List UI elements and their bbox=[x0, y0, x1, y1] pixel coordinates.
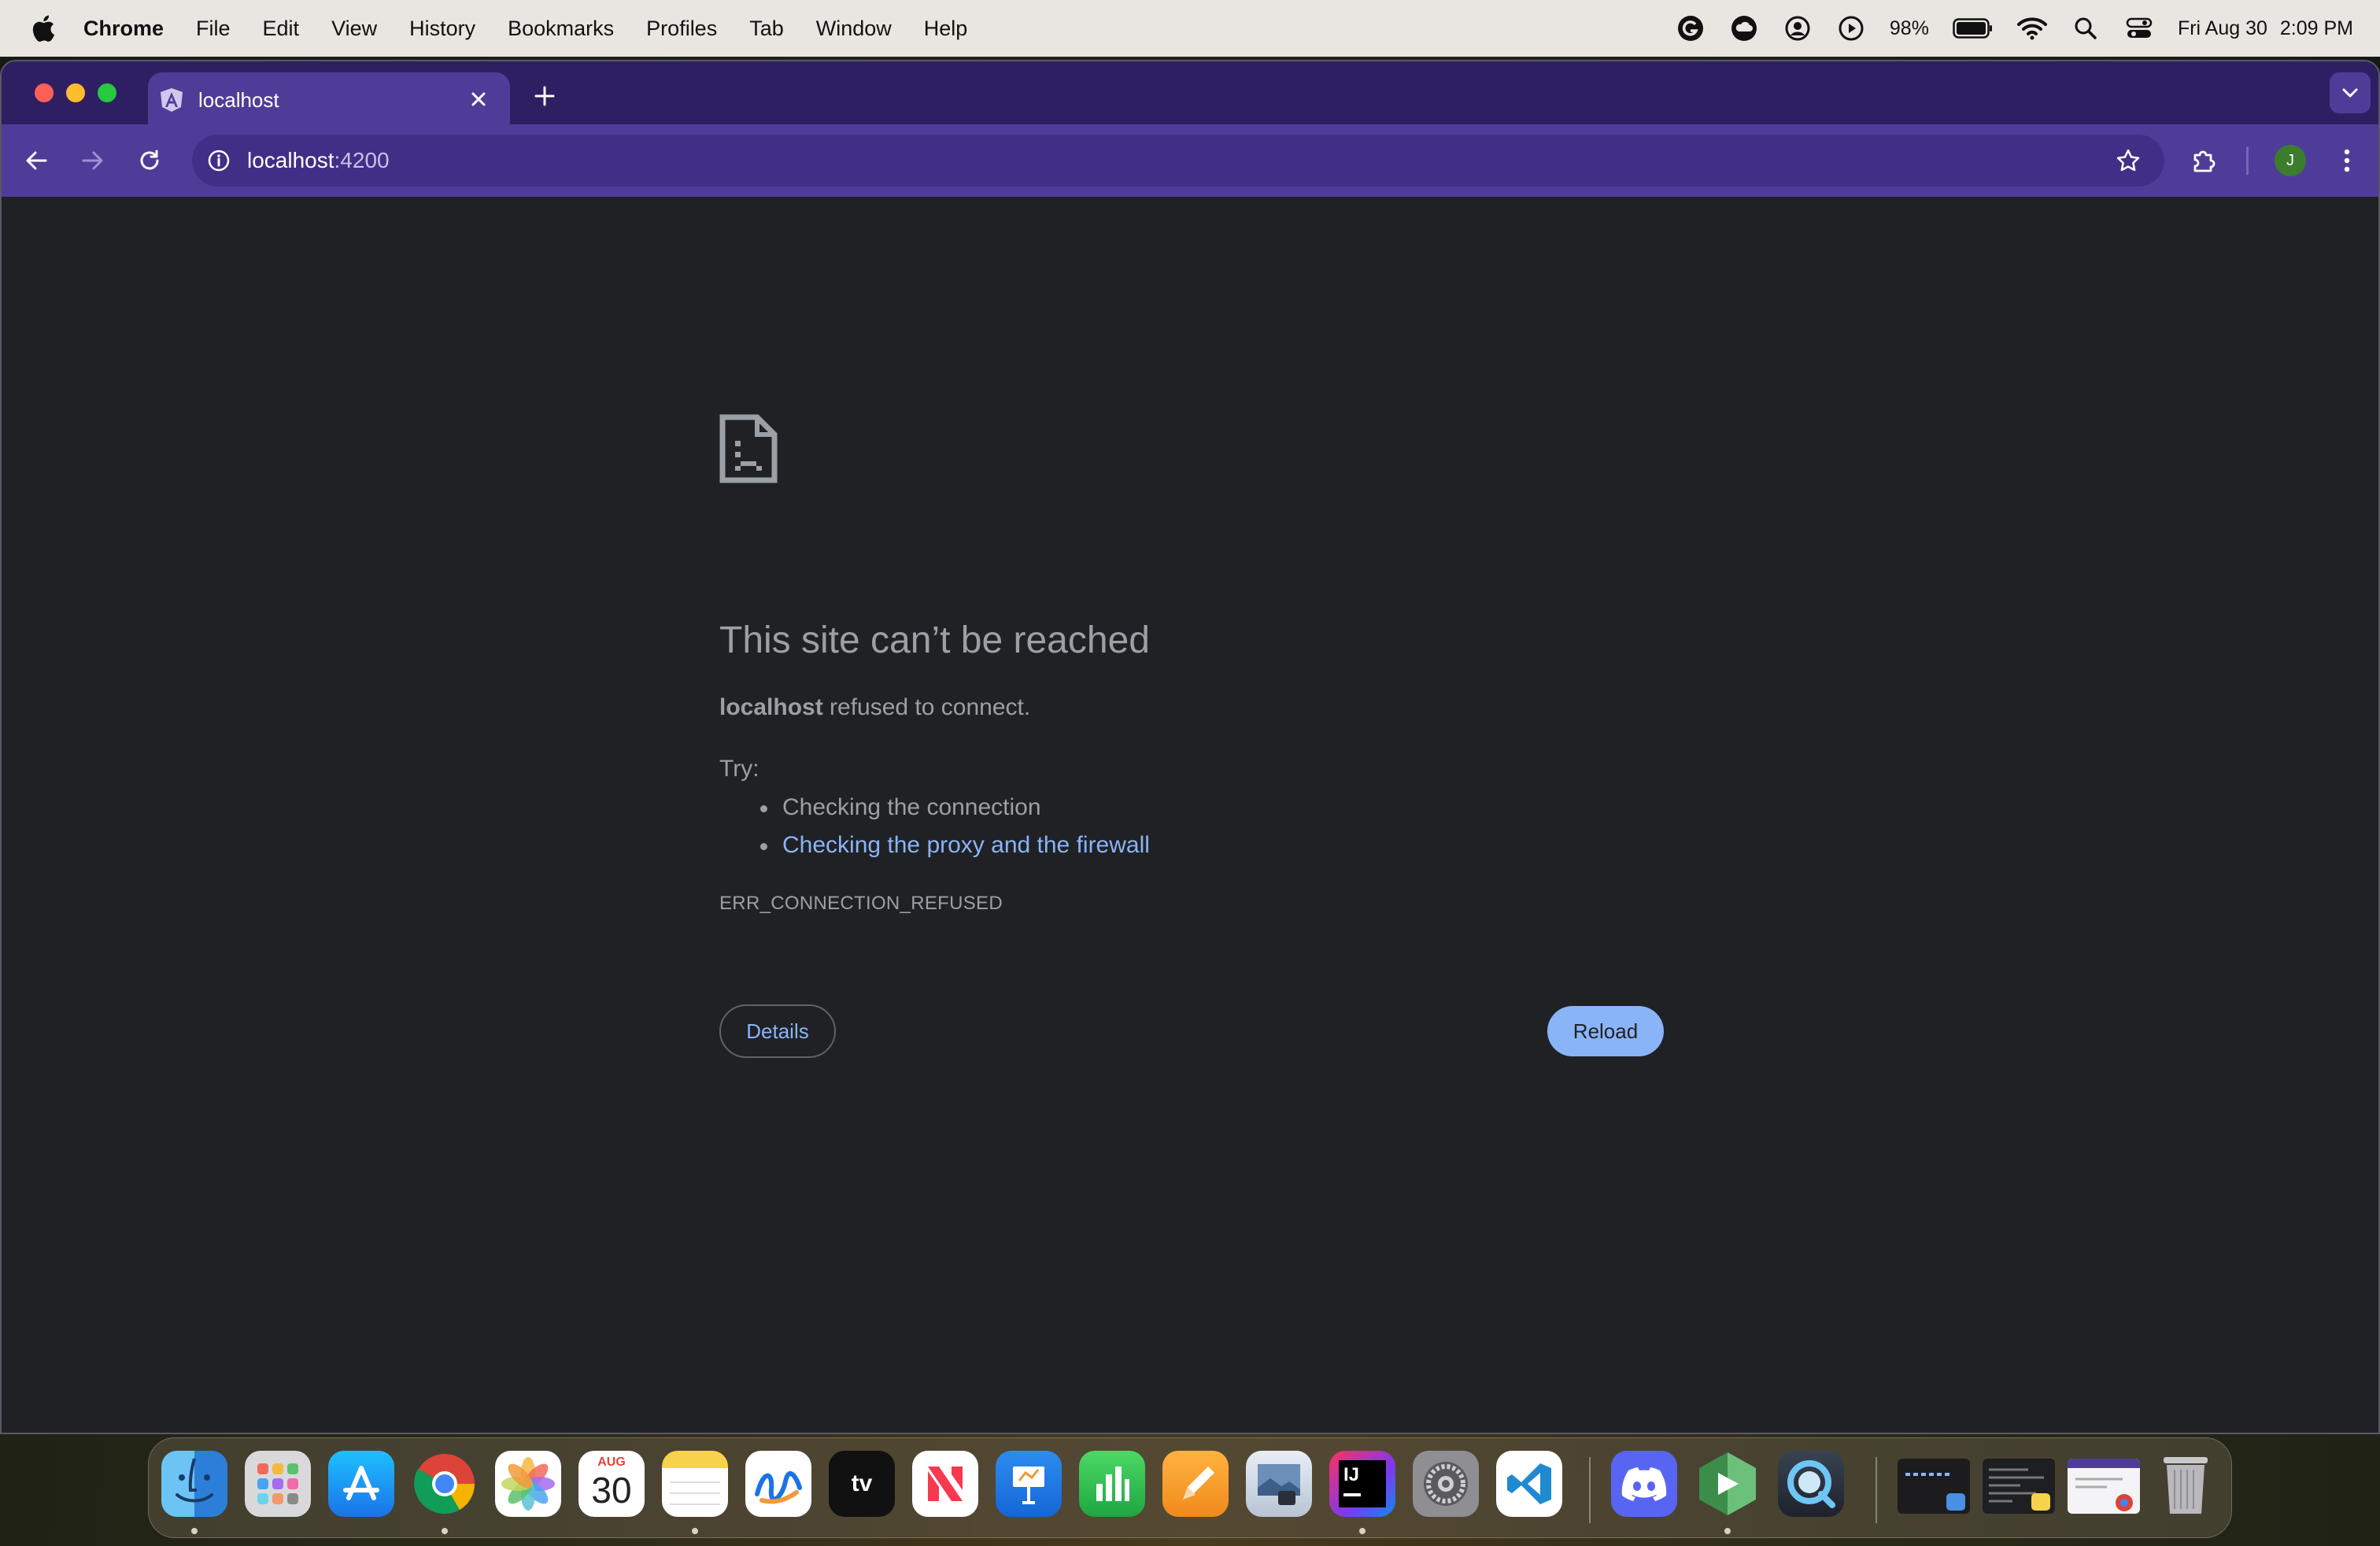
menu-history[interactable]: History bbox=[409, 17, 475, 41]
finder-running-dot bbox=[191, 1528, 198, 1534]
menu-window[interactable]: Window bbox=[816, 17, 892, 41]
maximize-window-button[interactable] bbox=[98, 83, 116, 102]
menu-bookmarks[interactable]: Bookmarks bbox=[508, 17, 614, 41]
android-studio-running-dot bbox=[1724, 1528, 1731, 1534]
forward-arrow-icon[interactable] bbox=[74, 142, 112, 179]
toolbar-divider bbox=[2246, 146, 2249, 175]
intellij-label: IJ bbox=[1343, 1464, 1360, 1485]
minimized-window-1-icon[interactable] bbox=[1898, 1459, 1970, 1514]
news-icon[interactable] bbox=[912, 1451, 978, 1517]
reload-icon[interactable] bbox=[131, 142, 168, 179]
calendar-icon[interactable]: AUG 30 bbox=[578, 1451, 645, 1517]
control-center-icon[interactable] bbox=[2124, 13, 2154, 43]
android-studio-icon[interactable] bbox=[1694, 1451, 1761, 1517]
menu-bar: Chrome File Edit View History Bookmarks … bbox=[0, 0, 2380, 57]
photos-icon[interactable] bbox=[495, 1451, 561, 1517]
freeform-icon[interactable] bbox=[745, 1451, 811, 1517]
menu-file[interactable]: File bbox=[196, 17, 231, 41]
try-label: Try: bbox=[719, 756, 759, 782]
minimized-window-2-icon[interactable] bbox=[1983, 1459, 2055, 1514]
system-settings-icon[interactable] bbox=[1413, 1451, 1479, 1517]
menubar-date[interactable]: Fri Aug 30 bbox=[2178, 17, 2267, 40]
trash-icon[interactable] bbox=[2153, 1451, 2219, 1517]
extensions-puzzle-icon[interactable] bbox=[2185, 142, 2223, 179]
chrome-running-dot bbox=[442, 1528, 448, 1534]
close-window-button[interactable] bbox=[35, 83, 54, 102]
chrome-icon[interactable] bbox=[412, 1451, 478, 1517]
error-host: localhost bbox=[719, 694, 823, 720]
app-store-icon[interactable] bbox=[328, 1451, 394, 1517]
wifi-icon[interactable] bbox=[2016, 13, 2047, 43]
new-tab-plus-icon[interactable] bbox=[529, 80, 560, 112]
tab-localhost[interactable]: localhost bbox=[148, 72, 510, 128]
cloud-icon[interactable] bbox=[1729, 13, 1759, 43]
pages-icon[interactable] bbox=[1162, 1451, 1229, 1517]
notes-running-dot bbox=[692, 1528, 698, 1534]
reload-button[interactable]: Reload bbox=[1547, 1006, 1664, 1056]
spotlight-search-icon[interactable] bbox=[2071, 13, 2101, 43]
menubar-time[interactable]: 2:09 PM bbox=[2280, 17, 2353, 40]
finder-icon[interactable] bbox=[161, 1451, 227, 1517]
vscode-icon[interactable] bbox=[1496, 1451, 1562, 1517]
menu-edit[interactable]: Edit bbox=[263, 17, 300, 41]
keynote-icon[interactable] bbox=[996, 1451, 1062, 1517]
grammarly-icon[interactable] bbox=[1676, 13, 1706, 43]
apple-icon[interactable] bbox=[30, 13, 57, 44]
sad-document-icon bbox=[719, 414, 778, 483]
menu-tab[interactable]: Tab bbox=[749, 17, 784, 41]
error-message-text: refused to connect. bbox=[822, 694, 1031, 720]
more-menu-icon[interactable] bbox=[2328, 142, 2366, 179]
error-title: This site can’t be reached bbox=[719, 620, 1150, 661]
browser-window: localhost localhost:4200 J This site can… bbox=[0, 60, 2380, 1434]
tab-title: localhost bbox=[198, 87, 279, 112]
suggestion-check-connection: Checking the connection bbox=[719, 789, 1150, 827]
tab-close-icon[interactable] bbox=[468, 88, 490, 110]
intellij-badge: IJ bbox=[1339, 1460, 1386, 1507]
dock-divider bbox=[1589, 1457, 1591, 1523]
angular-favicon-icon bbox=[159, 87, 184, 113]
minimized-window-3-icon[interactable] bbox=[2068, 1459, 2140, 1514]
launchpad-icon[interactable] bbox=[245, 1451, 311, 1517]
suggestion-list: Checking the connection Checking the pro… bbox=[719, 789, 1150, 864]
bookmark-star-icon[interactable] bbox=[2112, 145, 2144, 176]
user-circle-icon[interactable] bbox=[1783, 13, 1813, 43]
dock-divider-2 bbox=[1876, 1457, 1877, 1523]
preview-icon[interactable] bbox=[1246, 1451, 1312, 1517]
error-message: localhost refused to connect. bbox=[719, 694, 1030, 721]
address-url[interactable]: localhost:4200 bbox=[247, 148, 390, 173]
url-host: localhost bbox=[247, 148, 334, 172]
menu-app-name[interactable]: Chrome bbox=[83, 17, 164, 41]
tab-strip: localhost bbox=[2, 61, 2378, 128]
discord-icon[interactable] bbox=[1611, 1451, 1677, 1517]
battery-percent: 98% bbox=[1889, 17, 1929, 39]
suggestion-check-proxy-link[interactable]: Checking the proxy and the firewall bbox=[719, 827, 1150, 864]
battery-icon[interactable] bbox=[1953, 13, 1994, 43]
menu-help[interactable]: Help bbox=[924, 17, 968, 41]
quicktime-icon[interactable] bbox=[1778, 1451, 1844, 1517]
address-bar[interactable]: localhost:4200 bbox=[192, 135, 2164, 187]
intellij-icon[interactable]: IJ bbox=[1329, 1451, 1395, 1517]
apple-tv-label: tv bbox=[851, 1470, 873, 1496]
intellij-underline bbox=[1343, 1493, 1361, 1496]
browser-toolbar: localhost:4200 J bbox=[2, 124, 2378, 197]
notes-icon[interactable] bbox=[662, 1451, 728, 1517]
site-info-icon[interactable] bbox=[203, 145, 235, 176]
details-button[interactable]: Details bbox=[719, 1004, 836, 1058]
numbers-icon[interactable] bbox=[1079, 1451, 1145, 1517]
dock: AUG 30 tv IJ bbox=[148, 1437, 2232, 1538]
url-port: :4200 bbox=[334, 148, 390, 172]
error-code: ERR_CONNECTION_REFUSED bbox=[719, 893, 1003, 914]
menu-profiles[interactable]: Profiles bbox=[646, 17, 717, 41]
calendar-day: 30 bbox=[591, 1470, 632, 1511]
tab-search-chevron-icon[interactable] bbox=[2330, 72, 2371, 113]
minimize-window-button[interactable] bbox=[66, 83, 85, 102]
error-page: This site can’t be reached localhost ref… bbox=[2, 197, 2378, 1433]
intellij-running-dot bbox=[1359, 1528, 1366, 1534]
play-circle-icon[interactable] bbox=[1836, 13, 1866, 43]
calendar-month: AUG bbox=[597, 1455, 626, 1469]
menu-view[interactable]: View bbox=[331, 17, 377, 41]
back-arrow-icon[interactable] bbox=[17, 142, 55, 179]
apple-tv-icon[interactable]: tv bbox=[829, 1451, 895, 1517]
profile-avatar[interactable]: J bbox=[2275, 145, 2306, 176]
